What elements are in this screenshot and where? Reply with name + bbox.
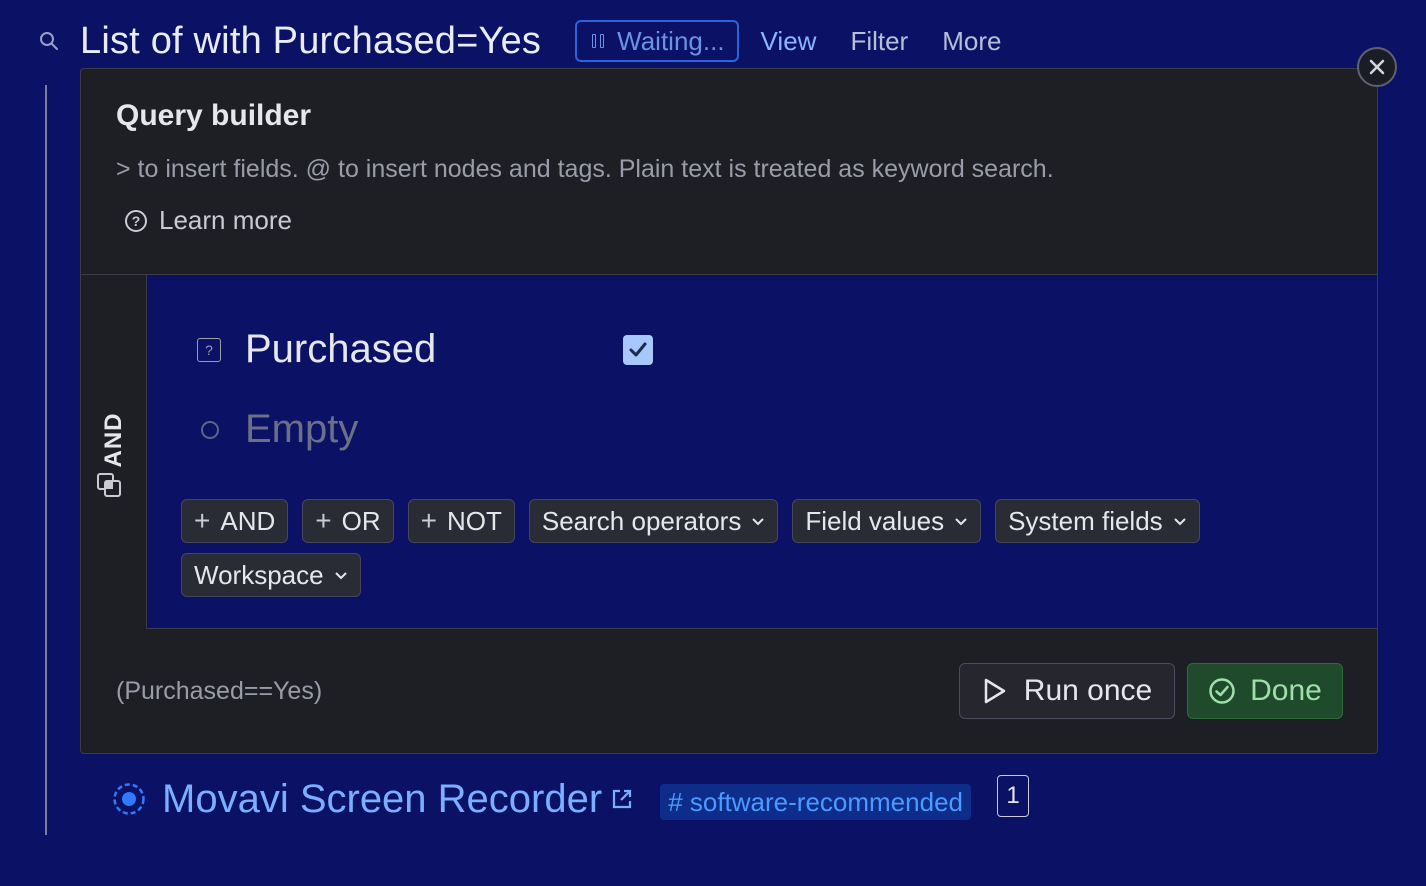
done-button[interactable]: Done	[1187, 663, 1343, 719]
add-and-label: AND	[220, 505, 276, 536]
field-values-dropdown[interactable]: Field values	[792, 499, 982, 543]
workspace-label: Workspace	[194, 559, 324, 590]
search-operators-label: Search operators	[541, 505, 742, 536]
query-builder-panel: Query builder > to insert fields. @ to i…	[80, 68, 1378, 754]
query-toolbar: + AND + OR + NOT Search operators Field …	[181, 499, 1311, 597]
plus-icon: +	[194, 505, 211, 536]
query-conditions: ? Purchased Empty + AND + OR + NOT Searc…	[147, 275, 1377, 629]
chevron-down-icon	[752, 518, 765, 526]
add-or-label: OR	[341, 505, 381, 536]
checkmark-icon	[629, 342, 647, 356]
plus-icon: +	[420, 505, 437, 536]
workspace-dropdown[interactable]: Workspace	[181, 553, 361, 597]
result-list-item[interactable]: Movavi Screen Recorder # software-recomm…	[112, 774, 1029, 824]
query-builder-header: Query builder > to insert fields. @ to i…	[81, 69, 1377, 275]
node-bullet-icon[interactable]	[112, 782, 146, 816]
field-values-label: Field values	[805, 505, 945, 536]
close-icon	[1369, 59, 1385, 75]
system-fields-dropdown[interactable]: System fields	[995, 499, 1200, 543]
field-condition-row[interactable]: ? Purchased	[197, 327, 653, 372]
learn-more-label: Learn more	[159, 205, 292, 235]
done-label: Done	[1250, 674, 1322, 707]
search-icon[interactable]	[34, 26, 64, 56]
view-button[interactable]: View	[761, 26, 817, 57]
query-builder-footer: (Purchased==Yes) Run once Done	[81, 629, 1377, 753]
page-title: List of with Purchased=Yes	[80, 19, 542, 62]
play-icon	[984, 678, 1006, 704]
group-toggle-icon[interactable]	[95, 471, 123, 499]
result-title[interactable]: Movavi Screen Recorder	[162, 777, 602, 822]
system-fields-label: System fields	[1008, 505, 1163, 536]
status-badge[interactable]: Waiting...	[575, 20, 739, 62]
chevron-down-icon	[955, 518, 967, 526]
empty-condition-row[interactable]: Empty	[201, 407, 358, 452]
query-expression: (Purchased==Yes)	[116, 677, 323, 705]
close-button[interactable]	[1357, 47, 1397, 87]
and-operator-label: AND	[100, 412, 127, 468]
chevron-down-icon	[1173, 518, 1186, 526]
filter-button[interactable]: Filter	[850, 26, 908, 57]
add-not-label: NOT	[446, 505, 502, 536]
view-header: List of with Purchased=Yes Waiting... Vi…	[34, 16, 1035, 66]
run-once-button[interactable]: Run once	[959, 663, 1175, 719]
empty-placeholder[interactable]: Empty	[245, 407, 358, 452]
outline-guide-line	[45, 85, 47, 835]
chevron-down-icon	[334, 572, 347, 580]
bullet-icon	[201, 420, 219, 439]
field-name[interactable]: Purchased	[245, 327, 623, 372]
tag-badge[interactable]: # software-recommended	[660, 784, 971, 820]
search-operators-dropdown[interactable]: Search operators	[528, 499, 779, 543]
add-not-button[interactable]: + NOT	[407, 499, 515, 543]
pause-icon	[589, 32, 607, 50]
query-builder-title: Query builder	[116, 99, 312, 132]
reference-count-badge[interactable]: 1	[997, 775, 1029, 817]
external-link-icon[interactable]	[610, 787, 634, 811]
plus-icon: +	[315, 505, 332, 536]
add-or-button[interactable]: + OR	[302, 499, 394, 543]
check-circle-icon	[1209, 678, 1235, 704]
field-type-icon: ?	[197, 337, 221, 362]
learn-more-link[interactable]: ? Learn more	[125, 205, 292, 236]
add-and-button[interactable]: + AND	[181, 499, 289, 543]
more-button[interactable]: More	[942, 26, 1001, 57]
query-builder-hint: > to insert fields. @ to insert nodes an…	[116, 155, 1054, 183]
operator-column[interactable]: AND	[81, 275, 147, 629]
status-label: Waiting...	[617, 25, 725, 56]
run-once-label: Run once	[1023, 674, 1153, 707]
help-circle-icon: ?	[125, 209, 147, 232]
purchased-checkbox[interactable]	[623, 334, 653, 365]
